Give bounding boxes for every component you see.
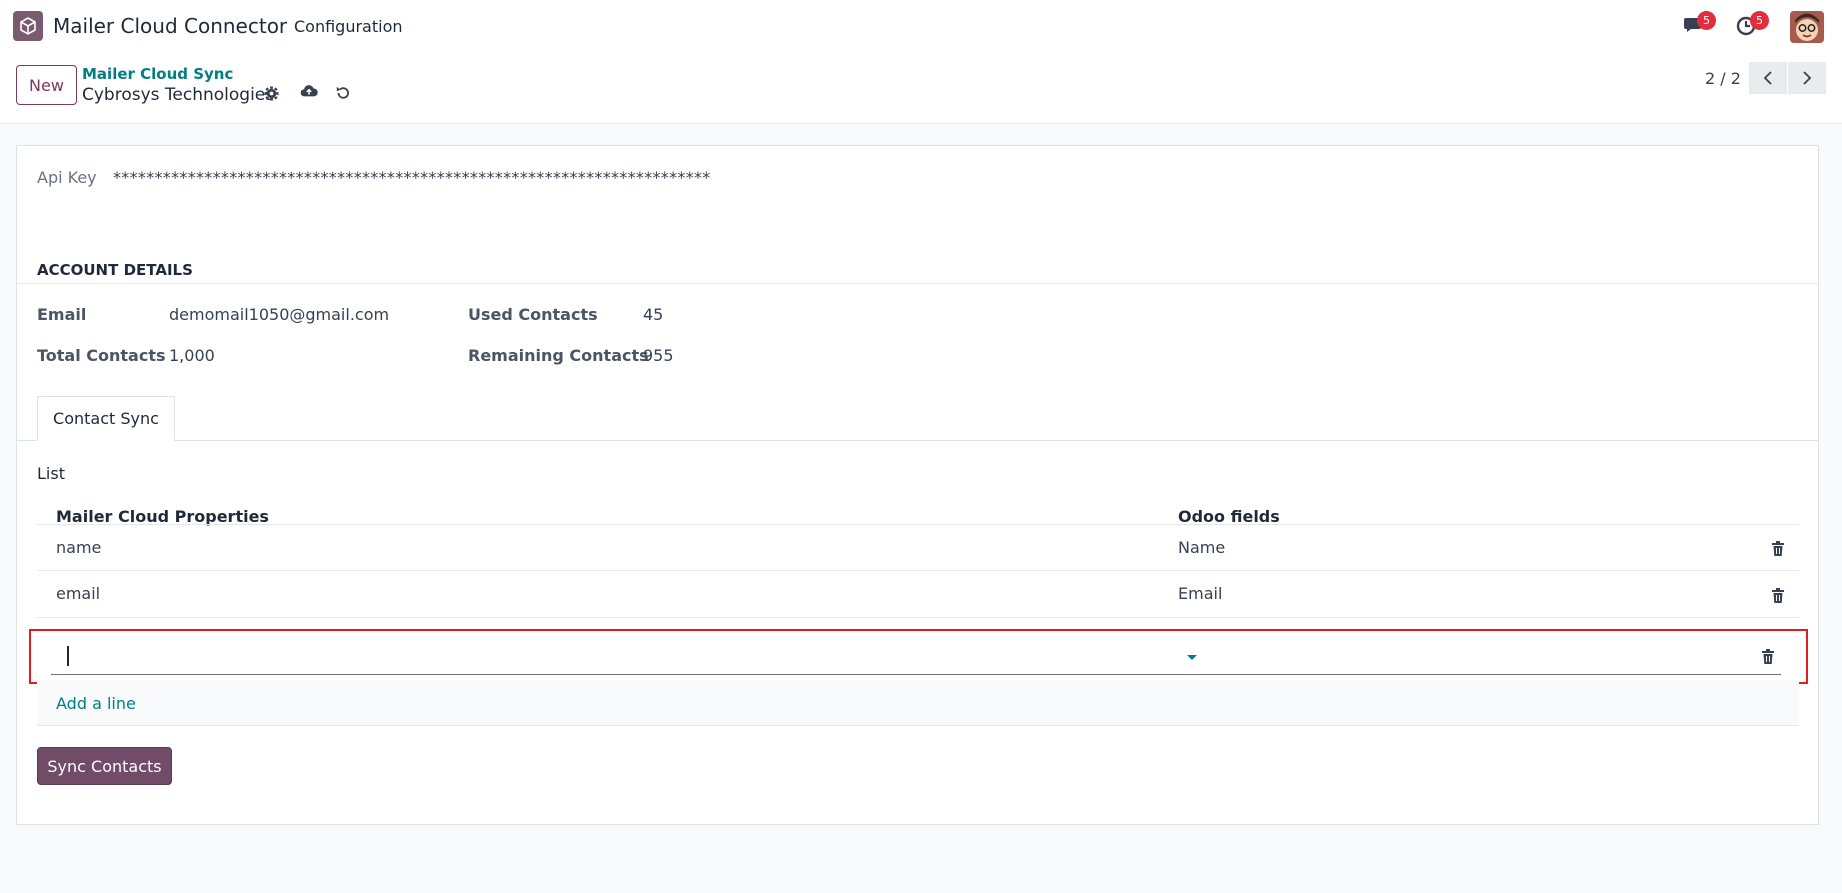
property-input[interactable] (51, 638, 1781, 675)
api-key-label: Api Key (37, 168, 97, 187)
cloud-upload-icon[interactable] (300, 82, 318, 100)
table-row[interactable]: name Name (37, 524, 1799, 571)
trash-icon[interactable] (1771, 541, 1785, 557)
used-contacts-label: Used Contacts (468, 305, 598, 324)
user-avatar[interactable] (1790, 11, 1824, 43)
breadcrumb-current: Cybrosys Technologies (82, 85, 275, 105)
section-divider (17, 283, 1818, 284)
property-cell[interactable]: name (56, 538, 101, 557)
breadcrumb-parent[interactable]: Mailer Cloud Sync (82, 65, 233, 83)
activities-badge: 5 (1750, 11, 1769, 30)
app-title[interactable]: Mailer Cloud Connector (53, 14, 287, 38)
form-sheet: Api Key ********************************… (16, 145, 1819, 825)
editing-row-highlight[interactable] (29, 629, 1808, 684)
gear-icon[interactable] (262, 84, 280, 102)
add-line-row (37, 680, 1799, 726)
pager-next-button[interactable] (1788, 62, 1826, 94)
email-value: demomail1050@gmail.com (169, 305, 390, 324)
activities-button[interactable]: 5 (1736, 11, 1769, 40)
text-caret (67, 646, 69, 666)
discard-icon[interactable] (334, 84, 352, 102)
account-details-title: ACCOUNT DETAILS (37, 261, 193, 279)
list-label: List (37, 464, 65, 483)
table-row[interactable]: email Email (37, 571, 1799, 618)
used-contacts-value: 45 (643, 305, 664, 324)
chevron-left-icon (1763, 71, 1772, 85)
pager-value[interactable]: 2 / 2 (1705, 69, 1741, 88)
remaining-contacts-label: Remaining Contacts (468, 346, 649, 365)
top-navbar: Mailer Cloud Connector Configuration 5 5 (0, 0, 1842, 54)
sync-contacts-button[interactable]: Sync Contacts (37, 747, 172, 785)
field-cell[interactable]: Email (1178, 584, 1222, 603)
messages-badge: 5 (1697, 11, 1716, 30)
messages-button[interactable]: 5 (1683, 11, 1716, 40)
chevron-right-icon (1803, 71, 1812, 85)
app-logo-icon[interactable] (13, 11, 43, 41)
email-label: Email (37, 305, 87, 324)
tab-divider (17, 440, 1818, 441)
total-contacts-label: Total Contacts (37, 346, 166, 365)
control-panel: New Mailer Cloud Sync Cybrosys Technolog… (0, 54, 1842, 124)
pager-previous-button[interactable] (1749, 62, 1787, 94)
tab-contact-sync[interactable]: Contact Sync (37, 396, 175, 441)
new-button[interactable]: New (16, 65, 77, 105)
menu-configuration[interactable]: Configuration (294, 17, 403, 36)
caret-down-icon[interactable] (1187, 655, 1197, 660)
total-contacts-value: 1,000 (169, 346, 215, 365)
api-key-field[interactable]: ****************************************… (113, 168, 711, 187)
remaining-contacts-value: 955 (643, 346, 674, 365)
add-line-link[interactable]: Add a line (56, 694, 136, 713)
field-cell[interactable]: Name (1178, 538, 1225, 557)
property-cell[interactable]: email (56, 584, 100, 603)
trash-icon[interactable] (1771, 588, 1785, 604)
trash-icon[interactable] (1761, 649, 1775, 665)
